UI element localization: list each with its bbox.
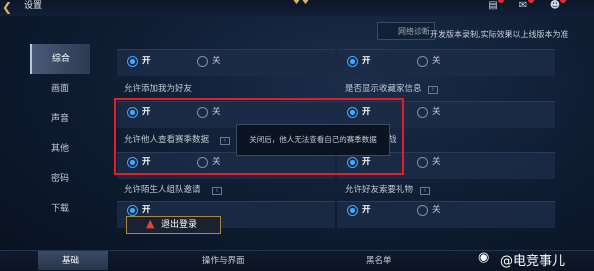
setting-label-add-friend: 允许添加我为好友: [124, 84, 193, 94]
radio-off[interactable]: [417, 107, 428, 118]
option-off-label: 关: [432, 205, 441, 215]
option-off-label: 关: [432, 107, 441, 117]
settings-sidebar: 综合 画面 声音 其他 密码 下载: [30, 42, 90, 228]
tab-basic[interactable]: 基础: [62, 254, 79, 266]
info-icon[interactable]: i: [428, 86, 438, 94]
option-on-label: 开: [362, 56, 371, 66]
sidebar-item-password[interactable]: 密码: [30, 164, 90, 194]
sidebar-item-general[interactable]: 综合: [30, 44, 90, 74]
setting-label-collector-info: 是否显示收藏家信息: [345, 84, 422, 94]
sidebar-item-other[interactable]: 其他: [30, 134, 90, 164]
tab-controls-ui[interactable]: 操作与界面: [202, 254, 245, 266]
option-on-label: 开: [362, 205, 371, 215]
radio-on[interactable]: [347, 56, 358, 67]
crown-icon: ♦♦: [292, 0, 310, 7]
weibo-icon: ◉: [478, 250, 490, 265]
radio-off[interactable]: [417, 205, 428, 216]
watermark: @电竞事儿: [500, 254, 566, 269]
radio-off[interactable]: [417, 56, 428, 67]
option-on-label: 开: [142, 205, 151, 215]
setting-label-stranger-invite: 允许陌生人组队邀请: [124, 185, 201, 195]
info-icon[interactable]: i: [420, 187, 430, 195]
setting-label-gift-request: 允许好友索要礼物: [345, 185, 414, 195]
radio-on[interactable]: [347, 205, 358, 216]
tab-blacklist[interactable]: 黑名单: [366, 254, 392, 266]
radio-off[interactable]: [417, 157, 428, 168]
dev-version-notice: 开发版本录制,实际效果以上线版本为准: [430, 30, 569, 39]
sidebar-item-sound[interactable]: 声音: [30, 104, 90, 134]
network-diagnose-button[interactable]: 网络诊断: [377, 22, 435, 40]
option-on-label: 开: [142, 56, 151, 66]
radio-off[interactable]: [197, 56, 208, 67]
sidebar-item-download[interactable]: 下载: [30, 194, 90, 224]
option-off-label: 关: [432, 157, 441, 167]
radio-on[interactable]: [127, 56, 138, 67]
option-off-label: 关: [432, 56, 441, 66]
warning-icon: ▲: [146, 217, 155, 230]
page-title: 设置: [24, 1, 43, 11]
option-off-label: 关: [212, 56, 221, 66]
back-arrow-icon[interactable]: ❮: [2, 0, 16, 14]
logout-button[interactable]: 退出登录: [126, 216, 221, 234]
sidebar-item-graphics[interactable]: 画面: [30, 74, 90, 104]
info-icon[interactable]: i: [212, 187, 222, 195]
radio-on[interactable]: [127, 205, 138, 216]
season-data-tooltip: 关闭后，他人无法查看自己的赛季数据: [236, 124, 390, 156]
